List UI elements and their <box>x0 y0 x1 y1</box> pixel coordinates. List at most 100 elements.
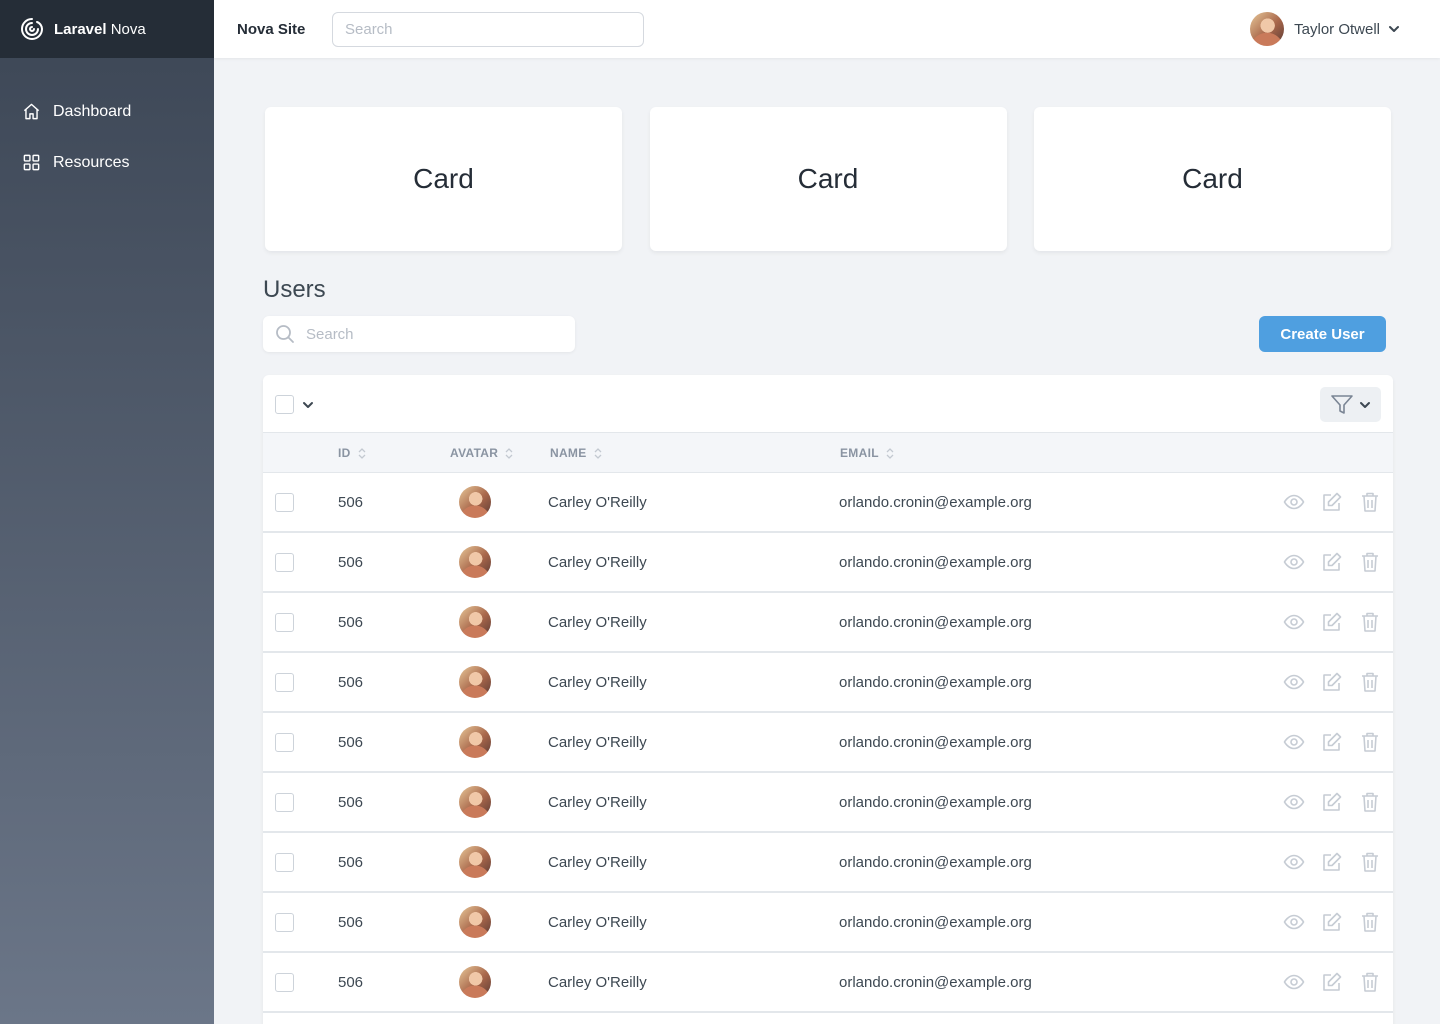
delete-icon[interactable] <box>1359 551 1381 573</box>
table-row[interactable]: 506 Carley O'Reilly orlando.cronin@examp… <box>263 893 1393 953</box>
brand[interactable]: Laravel Nova <box>0 0 214 58</box>
grid-icon <box>23 154 40 171</box>
row-actions <box>1267 611 1381 633</box>
cell-id: 506 <box>338 854 364 871</box>
view-icon[interactable] <box>1283 971 1305 993</box>
cell-email: orlando.cronin@example.org <box>839 974 1032 991</box>
delete-icon[interactable] <box>1359 491 1381 513</box>
select-all-menu[interactable] <box>275 395 314 414</box>
delete-icon[interactable] <box>1359 791 1381 813</box>
brand-name: Laravel Nova <box>54 20 146 38</box>
resource-search-input[interactable] <box>263 316 575 352</box>
cell-name: Carley O'Reilly <box>548 494 647 511</box>
sidebar-item-label: Resources <box>53 153 130 171</box>
edit-icon[interactable] <box>1321 731 1343 753</box>
table-row[interactable]: 506 Carley O'Reilly orlando.cronin@examp… <box>263 833 1393 893</box>
user-avatar <box>459 486 491 518</box>
column-header-avatar[interactable]: AVATAR <box>450 446 513 460</box>
delete-icon[interactable] <box>1359 851 1381 873</box>
cell-id: 506 <box>338 674 364 691</box>
cell-id: 506 <box>338 554 364 571</box>
global-search-input[interactable] <box>332 11 644 47</box>
resource-search[interactable] <box>263 316 575 352</box>
edit-icon[interactable] <box>1321 491 1343 513</box>
column-header-name[interactable]: NAME <box>550 446 602 460</box>
delete-icon[interactable] <box>1359 611 1381 633</box>
row-actions <box>1267 791 1381 813</box>
resource-title: Users <box>263 276 326 303</box>
table-header: ID AVATAR NAME EMAIL <box>263 433 1393 473</box>
user-avatar <box>459 606 491 638</box>
cell-email: orlando.cronin@example.org <box>839 614 1032 631</box>
chevron-down-icon[interactable] <box>302 399 314 411</box>
view-icon[interactable] <box>1283 611 1305 633</box>
table-row[interactable]: 506 Carley O'Reilly orlando.cronin@examp… <box>263 533 1393 593</box>
delete-icon[interactable] <box>1359 671 1381 693</box>
row-actions <box>1267 551 1381 573</box>
row-checkbox[interactable] <box>275 913 294 932</box>
sort-icon <box>358 447 366 459</box>
cell-email: orlando.cronin@example.org <box>839 674 1032 691</box>
edit-icon[interactable] <box>1321 971 1343 993</box>
user-name: Taylor Otwell <box>1294 20 1380 38</box>
user-menu[interactable]: Taylor Otwell <box>1250 12 1400 46</box>
cell-name: Carley O'Reilly <box>548 914 647 931</box>
row-checkbox[interactable] <box>275 733 294 752</box>
edit-icon[interactable] <box>1321 851 1343 873</box>
table-row[interactable]: 506 Carley O'Reilly orlando.cronin@examp… <box>263 773 1393 833</box>
edit-icon[interactable] <box>1321 671 1343 693</box>
table-row[interactable]: 506 Carley O'Reilly orlando.cronin@examp… <box>263 953 1393 1013</box>
table-body: 506 Carley O'Reilly orlando.cronin@examp… <box>263 473 1393 1013</box>
view-icon[interactable] <box>1283 791 1305 813</box>
row-checkbox[interactable] <box>275 493 294 512</box>
view-icon[interactable] <box>1283 671 1305 693</box>
cell-id: 506 <box>338 794 364 811</box>
create-user-button[interactable]: Create User <box>1259 316 1386 352</box>
delete-icon[interactable] <box>1359 971 1381 993</box>
row-actions <box>1267 671 1381 693</box>
select-all-checkbox[interactable] <box>275 395 294 414</box>
cell-name: Carley O'Reilly <box>548 554 647 571</box>
cell-name: Carley O'Reilly <box>548 794 647 811</box>
delete-icon[interactable] <box>1359 731 1381 753</box>
column-header-email[interactable]: EMAIL <box>840 446 894 460</box>
row-checkbox[interactable] <box>275 793 294 812</box>
filter-button[interactable] <box>1320 387 1381 422</box>
edit-icon[interactable] <box>1321 611 1343 633</box>
column-header-id[interactable]: ID <box>338 446 366 460</box>
row-checkbox[interactable] <box>275 673 294 692</box>
filter-icon <box>1330 394 1353 414</box>
row-checkbox[interactable] <box>275 973 294 992</box>
user-avatar <box>459 546 491 578</box>
cell-name: Carley O'Reilly <box>548 974 647 991</box>
view-icon[interactable] <box>1283 731 1305 753</box>
row-checkbox[interactable] <box>275 553 294 572</box>
view-icon[interactable] <box>1283 851 1305 873</box>
view-icon[interactable] <box>1283 551 1305 573</box>
table-row[interactable]: 506 Carley O'Reilly orlando.cronin@examp… <box>263 713 1393 773</box>
row-checkbox[interactable] <box>275 613 294 632</box>
card: Card <box>265 107 622 251</box>
view-icon[interactable] <box>1283 491 1305 513</box>
sidebar: Laravel Nova Dashboard Resources <box>0 0 214 1024</box>
user-avatar <box>459 966 491 998</box>
edit-icon[interactable] <box>1321 911 1343 933</box>
cell-id: 506 <box>338 734 364 751</box>
edit-icon[interactable] <box>1321 551 1343 573</box>
row-checkbox[interactable] <box>275 853 294 872</box>
edit-icon[interactable] <box>1321 791 1343 813</box>
row-actions <box>1267 911 1381 933</box>
nova-logo-icon <box>21 18 43 40</box>
sidebar-item-resources[interactable]: Resources <box>0 137 214 188</box>
chevron-down-icon <box>1389 26 1399 32</box>
table-row[interactable]: 506 Carley O'Reilly orlando.cronin@examp… <box>263 593 1393 653</box>
table-row[interactable]: 506 Carley O'Reilly orlando.cronin@examp… <box>263 653 1393 713</box>
delete-icon[interactable] <box>1359 911 1381 933</box>
site-name[interactable]: Nova Site <box>237 21 332 38</box>
row-actions <box>1267 731 1381 753</box>
view-icon[interactable] <box>1283 911 1305 933</box>
row-actions <box>1267 491 1381 513</box>
sidebar-item-dashboard[interactable]: Dashboard <box>0 86 214 137</box>
card: Card <box>649 107 1007 251</box>
table-row[interactable]: 506 Carley O'Reilly orlando.cronin@examp… <box>263 473 1393 533</box>
